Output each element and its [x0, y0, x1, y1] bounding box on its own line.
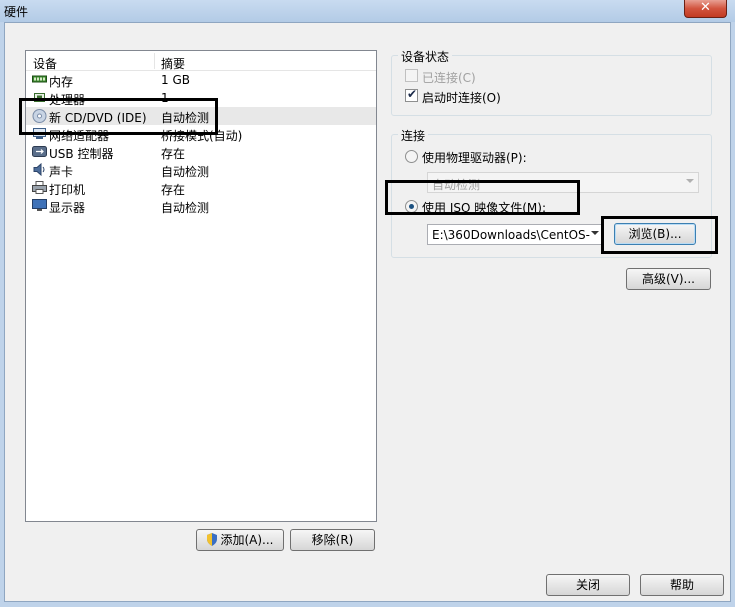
add-button-label: 添加(A)... — [220, 533, 274, 547]
connect-at-power-on-checkbox[interactable]: ✔ — [405, 87, 418, 102]
dialog-body: 设备 摘要 内存 1 GB 处理器 1 新 CD/DVD (IDE) 自动检测 网络适配器桥… — [4, 22, 731, 602]
physical-drive-label: 使用物理驱动器(P): — [422, 151, 527, 165]
device-summary: 自动检测 — [161, 201, 210, 215]
device-name: 显示器 — [49, 201, 86, 215]
annotation-box-cd-dvd — [19, 98, 218, 135]
connected-checkbox[interactable] — [405, 69, 418, 82]
device-row[interactable]: 内存 1 GB — [26, 71, 376, 89]
device-status-label: 设备状态 — [398, 48, 453, 65]
physical-drive-radio[interactable] — [405, 150, 418, 163]
chevron-down-icon — [686, 179, 694, 183]
display-icon — [32, 199, 47, 212]
column-header-device[interactable]: 设备 — [33, 55, 57, 72]
device-name: USB 控制器 — [49, 147, 114, 161]
connected-label: 已连接(C) — [422, 71, 476, 85]
memory-icon — [32, 73, 47, 86]
device-summary: 存在 — [161, 183, 186, 197]
printer-icon — [32, 181, 47, 194]
device-rows: 内存 1 GB 处理器 1 新 CD/DVD (IDE) 自动检测 网络适配器 桥接模式(自动… — [26, 71, 376, 215]
connect-at-power-on-label: 启动时连接(O) — [422, 91, 501, 105]
column-header-summary[interactable]: 摘要 — [161, 55, 185, 72]
advanced-button[interactable]: 高级(V)... — [626, 268, 711, 290]
device-status-group: 设备状态 已连接(C) ✔ 启动时连接(O) — [391, 48, 712, 116]
help-button[interactable]: 帮助 — [640, 574, 724, 596]
close-window-button[interactable]: ✕ — [684, 0, 727, 18]
close-button[interactable]: 关闭 — [546, 574, 630, 596]
annotation-box-iso-option — [385, 180, 580, 215]
device-name: 打印机 — [49, 183, 86, 197]
checkmark-icon: ✔ — [407, 87, 418, 101]
device-row[interactable]: 打印机 存在 — [26, 179, 376, 197]
window-title: 硬件 — [4, 5, 29, 19]
add-button[interactable]: 添加(A)... — [196, 529, 284, 551]
iso-path-value: E:\360Downloads\CentOS-7 — [432, 228, 590, 242]
device-summary: 自动检测 — [161, 165, 210, 179]
device-summary: 存在 — [161, 147, 186, 161]
remove-button[interactable]: 移除(R) — [290, 529, 375, 551]
device-name: 内存 — [49, 75, 74, 89]
device-row[interactable]: 声卡 自动检测 — [26, 161, 376, 179]
annotation-box-browse — [601, 216, 718, 254]
column-separator[interactable] — [154, 53, 155, 69]
device-summary: 1 GB — [161, 73, 190, 87]
chevron-down-icon[interactable] — [591, 231, 599, 235]
usb-icon — [32, 145, 47, 158]
device-row[interactable]: 显示器 自动检测 — [26, 197, 376, 215]
sound-card-icon — [32, 162, 47, 177]
iso-path-input[interactable]: E:\360Downloads\CentOS-7 — [427, 224, 604, 245]
device-row[interactable]: USB 控制器 存在 — [26, 143, 376, 161]
device-list-header: 设备 摘要 — [26, 51, 376, 71]
shield-icon — [206, 532, 218, 546]
title-bar: 硬件 ✕ — [0, 0, 735, 22]
device-name: 声卡 — [49, 165, 74, 179]
connection-label: 连接 — [398, 127, 429, 144]
